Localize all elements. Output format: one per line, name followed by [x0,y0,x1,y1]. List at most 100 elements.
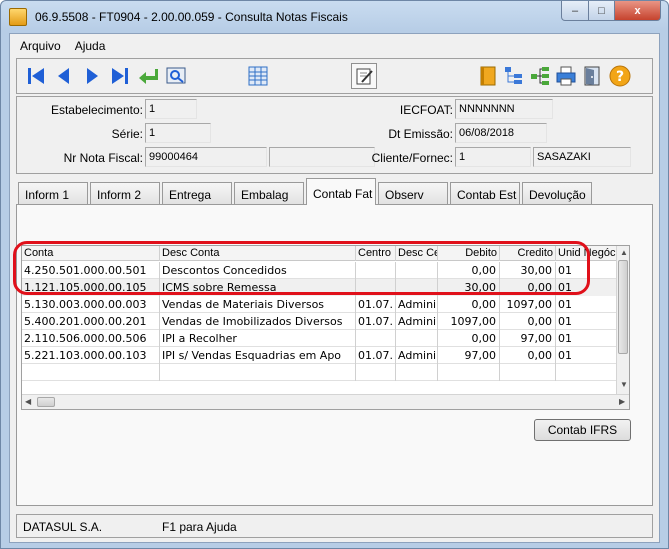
scroll-left-icon[interactable]: ◀ [25,397,31,407]
cell-debito: 97,00 [438,347,500,364]
menu-bar: Arquivo Ajuda [10,36,659,56]
cell-centro: 01.07. [356,296,396,313]
menu-arquivo[interactable]: Arquivo [20,39,61,53]
accounting-grid[interactable]: Conta Desc Conta Centro Desc Ce Debito C… [21,245,630,410]
cliente-name-field[interactable]: SASAZAKI [533,147,631,167]
last-record-button[interactable] [107,63,133,89]
tab-inform-1[interactable]: Inform 1 [18,182,88,204]
estabelecimento-field[interactable]: 1 [145,99,197,119]
horizontal-scroll-thumb[interactable] [37,397,55,407]
goto-button[interactable] [135,63,161,89]
edit-button[interactable] [351,63,377,89]
column-header-unid-negoc[interactable]: Unid Negóc [556,246,618,261]
grid-header: Conta Desc Conta Centro Desc Ce Debito C… [22,246,629,261]
maximize-button[interactable]: □ [588,1,615,21]
scroll-up-icon[interactable]: ▲ [620,248,628,258]
cell-debito: 0,00 [438,330,500,347]
tab-panel-contab-fat: Conta Desc Conta Centro Desc Ce Debito C… [16,204,653,506]
cell-unid-negoc: 01 [556,347,618,364]
cell-credito: 1097,00 [500,296,556,313]
iecfoat-label: IECFOAT: [399,103,453,117]
contab-ifrs-button[interactable]: Contab IFRS [534,419,631,441]
menu-ajuda[interactable]: Ajuda [75,39,106,53]
column-header-desc-ce[interactable]: Desc Ce [396,246,438,261]
cell-centro [356,262,396,279]
cell-centro [356,330,396,347]
printer-icon [556,66,576,86]
cell-debito: 30,00 [438,279,500,296]
tab-observ[interactable]: Observ [378,182,448,204]
cell-conta: 5.221.103.000.00.103 [22,347,160,364]
column-header-conta[interactable]: Conta [22,246,160,261]
cell-debito: 1097,00 [438,313,500,330]
cell-desc-ce: Admini [398,296,438,313]
print-button[interactable] [553,63,579,89]
table-row[interactable]: 2.110.506.000.00.506 IPI a Recolher 0,00 97… [22,330,619,347]
iecfoat-field[interactable]: NNNNNNN [455,99,553,119]
goto-icon [139,69,158,84]
last-icon [112,68,128,84]
cliente-code-field[interactable]: 1 [455,147,531,167]
cell-conta: 5.130.003.000.00.003 [22,296,160,313]
exit-button[interactable] [579,63,605,89]
cell-conta: 2.110.506.000.00.506 [22,330,160,347]
column-header-credito[interactable]: Credito [500,246,556,261]
cell-centro: 01.07. [356,347,396,364]
scroll-right-icon[interactable]: ▶ [619,397,625,407]
cell-desc-ce [396,279,438,296]
cell-desc-conta: IPI a Recolher [160,330,356,347]
cell-credito: 0,00 [500,313,556,330]
table-row[interactable]: 4.250.501.000.00.501 Descontos Concedidos… [22,262,619,279]
book-icon [480,66,496,86]
cell-desc-conta: Vendas de Imobilizados Diversos [160,313,356,330]
help-button[interactable]: ? [607,63,633,89]
cell-credito: 0,00 [500,347,556,364]
app-icon [9,8,27,26]
nr-nota-fiscal-field[interactable]: 99000464 [145,147,267,167]
empty-cell [356,364,396,381]
calendar-grid-button[interactable] [245,63,271,89]
tab-contab-est[interactable]: Contab Est [450,182,520,204]
column-header-debito[interactable]: Debito [438,246,500,261]
tab-embalag[interactable]: Embalag [234,182,304,204]
tree-button[interactable] [501,63,527,89]
serie-field[interactable]: 1 [145,123,211,143]
tab-entrega[interactable]: Entrega [162,182,232,204]
vertical-scrollbar[interactable]: ▲ ▼ [616,246,629,394]
search-button[interactable] [163,63,189,89]
previous-icon [58,68,69,84]
column-header-desc-conta[interactable]: Desc Conta [160,246,356,261]
hierarchy-button[interactable] [527,63,553,89]
table-row[interactable]: 1.121.105.000.00.105 ICMS sobre Remessa 30… [22,279,619,296]
table-row[interactable]: 5.400.201.000.00.201 Vendas de Imobilizad… [22,313,619,330]
toolbar: ? [16,58,653,94]
first-record-button[interactable] [23,63,49,89]
status-help: F1 para Ajuda [162,520,237,534]
minimize-button[interactable]: – [561,1,589,21]
cell-desc-ce: Admini [398,313,438,330]
estabelecimento-label: Estabelecimento: [50,103,143,117]
client-area: Arquivo Ajuda ? Estabelecimento: 1 Série… [9,33,660,543]
close-button[interactable]: x [614,1,661,21]
vertical-scroll-thumb[interactable] [618,260,628,354]
next-record-button[interactable] [79,63,105,89]
table-row[interactable]: 5.221.103.000.00.103 IPI s/ Vendas Esquad… [22,347,619,364]
title-bar[interactable]: 06.9.5508 - FT0904 - 2.00.00.059 - Consu… [1,1,668,33]
scroll-down-icon[interactable]: ▼ [620,380,628,390]
cell-unid-negoc: 01 [556,313,618,330]
column-header-centro[interactable]: Centro [356,246,396,261]
empty-cell [438,364,500,381]
previous-record-button[interactable] [51,63,77,89]
dt-emissao-field[interactable]: 06/08/2018 [455,123,547,143]
svg-text:?: ? [616,69,624,85]
table-row[interactable]: 5.130.003.000.00.003 Vendas de Materiais … [22,296,619,313]
table-row-empty [22,364,619,381]
empty-cell [556,364,618,381]
horizontal-scrollbar[interactable]: ◀ ▶ [22,394,629,409]
tab-inform-2[interactable]: Inform 2 [90,182,160,204]
tab-contab-fat[interactable]: Contab Fat [306,178,376,205]
cell-desc-conta: ICMS sobre Remessa [160,279,356,296]
empty-cell [396,364,438,381]
book-button[interactable] [475,63,501,89]
tab-devolucao[interactable]: Devolução [522,182,592,204]
